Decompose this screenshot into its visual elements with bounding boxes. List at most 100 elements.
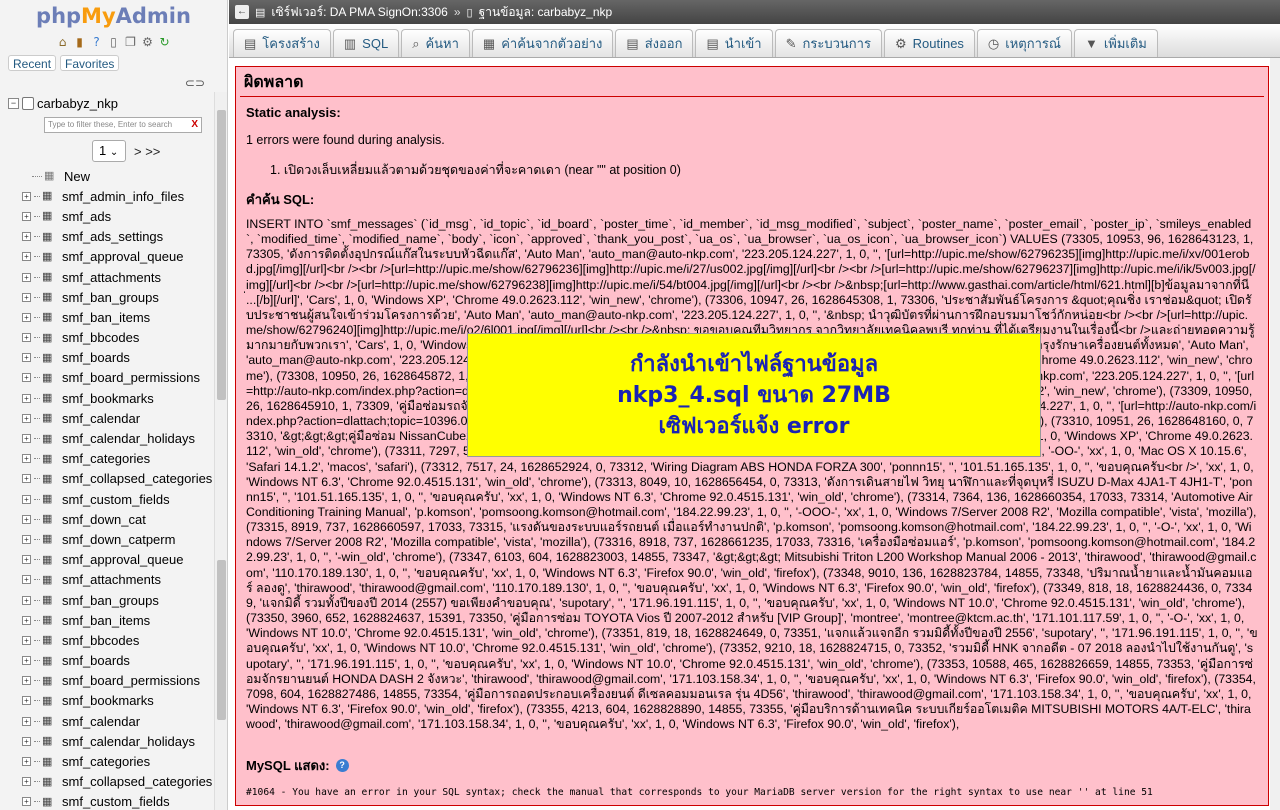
table-name[interactable]: smf_approval_queue xyxy=(62,552,183,567)
tab-routines[interactable]: ⚙ Routines xyxy=(883,29,975,57)
table-icon[interactable]: ▦ xyxy=(42,695,56,707)
database-node[interactable]: − carbabyz_nkp xyxy=(0,92,214,114)
expand-icon[interactable]: + xyxy=(22,292,31,302)
table-icon[interactable]: ▦ xyxy=(42,433,56,445)
expand-icon[interactable]: + xyxy=(22,312,31,322)
table-name[interactable]: smf_ban_groups xyxy=(62,593,159,608)
expand-icon[interactable]: + xyxy=(22,676,31,686)
navigation-scrollbar[interactable] xyxy=(214,92,227,810)
content-scrollbar[interactable] xyxy=(1270,58,1280,810)
expand-icon[interactable]: + xyxy=(22,232,31,242)
table-name[interactable]: smf_ban_groups xyxy=(62,290,159,305)
expand-icon[interactable]: + xyxy=(22,575,31,585)
table-icon[interactable]: ▦ xyxy=(42,675,56,687)
table-item[interactable]: + ▦ smf_bookmarks xyxy=(0,388,214,408)
favorites-tab[interactable]: Favorites xyxy=(60,55,120,71)
tab-events[interactable]: ◷ เหตุการณ์ xyxy=(976,29,1072,57)
table-icon[interactable]: ▦ xyxy=(42,372,56,384)
table-icon[interactable]: ▦ xyxy=(42,574,56,586)
table-item[interactable]: + ▦ smf_categories xyxy=(0,449,214,469)
table-icon[interactable]: ▦ xyxy=(42,655,56,667)
table-icon[interactable]: ▦ xyxy=(42,756,56,768)
table-icon[interactable]: ▦ xyxy=(42,513,56,525)
table-item[interactable]: + ▦ smf_boards xyxy=(0,651,214,671)
table-item[interactable]: + ▦ smf_calendar xyxy=(0,711,214,731)
table-name[interactable]: smf_down_catperm xyxy=(62,532,175,547)
table-item[interactable]: + ▦ smf_ban_items xyxy=(0,307,214,327)
table-item[interactable]: + ▦ smf_custom_fields xyxy=(0,489,214,509)
table-icon[interactable]: ▦ xyxy=(42,634,56,646)
expand-icon[interactable]: + xyxy=(22,534,31,544)
expand-icon[interactable]: + xyxy=(22,777,31,787)
table-icon[interactable]: ▦ xyxy=(42,190,56,202)
expand-icon[interactable]: + xyxy=(22,211,31,221)
table-name[interactable]: smf_collapsed_categories xyxy=(62,471,212,486)
table-icon[interactable]: ▦ xyxy=(42,796,56,808)
table-item[interactable]: + ▦ smf_admin_info_files xyxy=(0,186,214,206)
table-icon[interactable]: ▦ xyxy=(42,210,56,222)
table-icon[interactable]: ▦ xyxy=(42,776,56,788)
table-name[interactable]: smf_calendar_holidays xyxy=(62,431,195,446)
expand-icon[interactable]: + xyxy=(22,191,31,201)
table-icon[interactable]: ▦ xyxy=(42,594,56,606)
table-item[interactable]: + ▦ smf_down_catperm xyxy=(0,529,214,549)
table-item[interactable]: + ▦ smf_bbcodes xyxy=(0,328,214,348)
expand-icon[interactable]: + xyxy=(22,514,31,524)
table-name[interactable]: smf_board_permissions xyxy=(62,370,200,385)
table-item[interactable]: + ▦ smf_ads xyxy=(0,206,214,226)
expand-icon[interactable]: + xyxy=(22,454,31,464)
table-item[interactable]: + ▦ smf_ban_items xyxy=(0,610,214,630)
table-name[interactable]: smf_ban_items xyxy=(62,613,150,628)
phpmyadmin-logo[interactable]: phpMyAdmin xyxy=(0,0,227,32)
expand-icon[interactable]: + xyxy=(22,494,31,504)
table-item[interactable]: + ▦ smf_ban_groups xyxy=(0,287,214,307)
table-item[interactable]: + ▦ smf_attachments xyxy=(0,267,214,287)
table-name[interactable]: smf_boards xyxy=(62,350,130,365)
table-name[interactable]: smf_categories xyxy=(62,754,150,769)
table-item[interactable]: + ▦ smf_categories xyxy=(0,751,214,771)
table-icon[interactable]: ▦ xyxy=(42,332,56,344)
table-item[interactable]: + ▦ smf_board_permissions xyxy=(0,671,214,691)
table-icon[interactable]: ▦ xyxy=(42,392,56,404)
expand-icon[interactable]: + xyxy=(22,353,31,363)
table-item[interactable]: + ▦ smf_collapsed_categories xyxy=(0,469,214,489)
tab-query[interactable]: ▦ ค่าค้นจากตัวอย่าง xyxy=(471,29,614,57)
table-filter-input[interactable]: Type to filter these, Enter to search X xyxy=(44,117,202,133)
table-name[interactable]: smf_ban_items xyxy=(62,310,150,325)
table-name[interactable]: smf_ads xyxy=(62,209,111,224)
expand-icon[interactable]: + xyxy=(22,757,31,767)
table-icon[interactable]: ▦ xyxy=(42,554,56,566)
expand-icon[interactable]: + xyxy=(22,595,31,605)
table-name[interactable]: smf_bookmarks xyxy=(62,693,154,708)
collapse-arrow-icon[interactable]: ← xyxy=(235,5,249,19)
table-icon[interactable]: ▦ xyxy=(42,412,56,424)
table-name[interactable]: smf_board_permissions xyxy=(62,673,200,688)
tab-structure[interactable]: ▤ โครงสร้าง xyxy=(233,29,331,57)
table-icon[interactable]: ▦ xyxy=(42,271,56,283)
collapse-icon[interactable]: − xyxy=(8,97,19,109)
database-name[interactable]: carbabyz_nkp xyxy=(37,96,118,111)
tab-operations[interactable]: ✎ กระบวนการ xyxy=(774,29,882,57)
table-icon[interactable]: ▦ xyxy=(42,352,56,364)
expand-icon[interactable]: + xyxy=(22,474,31,484)
expand-icon[interactable]: + xyxy=(22,393,31,403)
table-name[interactable]: smf_custom_fields xyxy=(62,492,170,507)
reload-icon[interactable]: ↻ xyxy=(158,35,172,49)
scrollbar-thumb-secondary[interactable] xyxy=(217,560,226,720)
table-name[interactable]: smf_ads_settings xyxy=(62,229,163,244)
table-item[interactable]: + ▦ smf_board_permissions xyxy=(0,368,214,388)
help-icon[interactable]: ? xyxy=(90,35,104,49)
exit-icon[interactable]: ▮ xyxy=(73,35,87,49)
expand-icon[interactable]: + xyxy=(22,252,31,262)
table-item[interactable]: + ▦ smf_approval_queue xyxy=(0,247,214,267)
link-icon[interactable]: ⊂⊃ xyxy=(185,76,205,90)
table-icon[interactable]: ▦ xyxy=(42,311,56,323)
settings-icon[interactable]: ⚙ xyxy=(141,35,155,49)
table-icon[interactable]: ▦ xyxy=(42,291,56,303)
table-item[interactable]: + ▦ smf_ads_settings xyxy=(0,227,214,247)
table-item[interactable]: + ▦ smf_collapsed_categories xyxy=(0,772,214,792)
tab-sql[interactable]: ▥ SQL xyxy=(332,29,400,57)
next-page-link[interactable]: > >> xyxy=(134,144,160,159)
home-icon[interactable]: ⌂ xyxy=(56,35,70,49)
table-icon[interactable]: ▦ xyxy=(42,473,56,485)
